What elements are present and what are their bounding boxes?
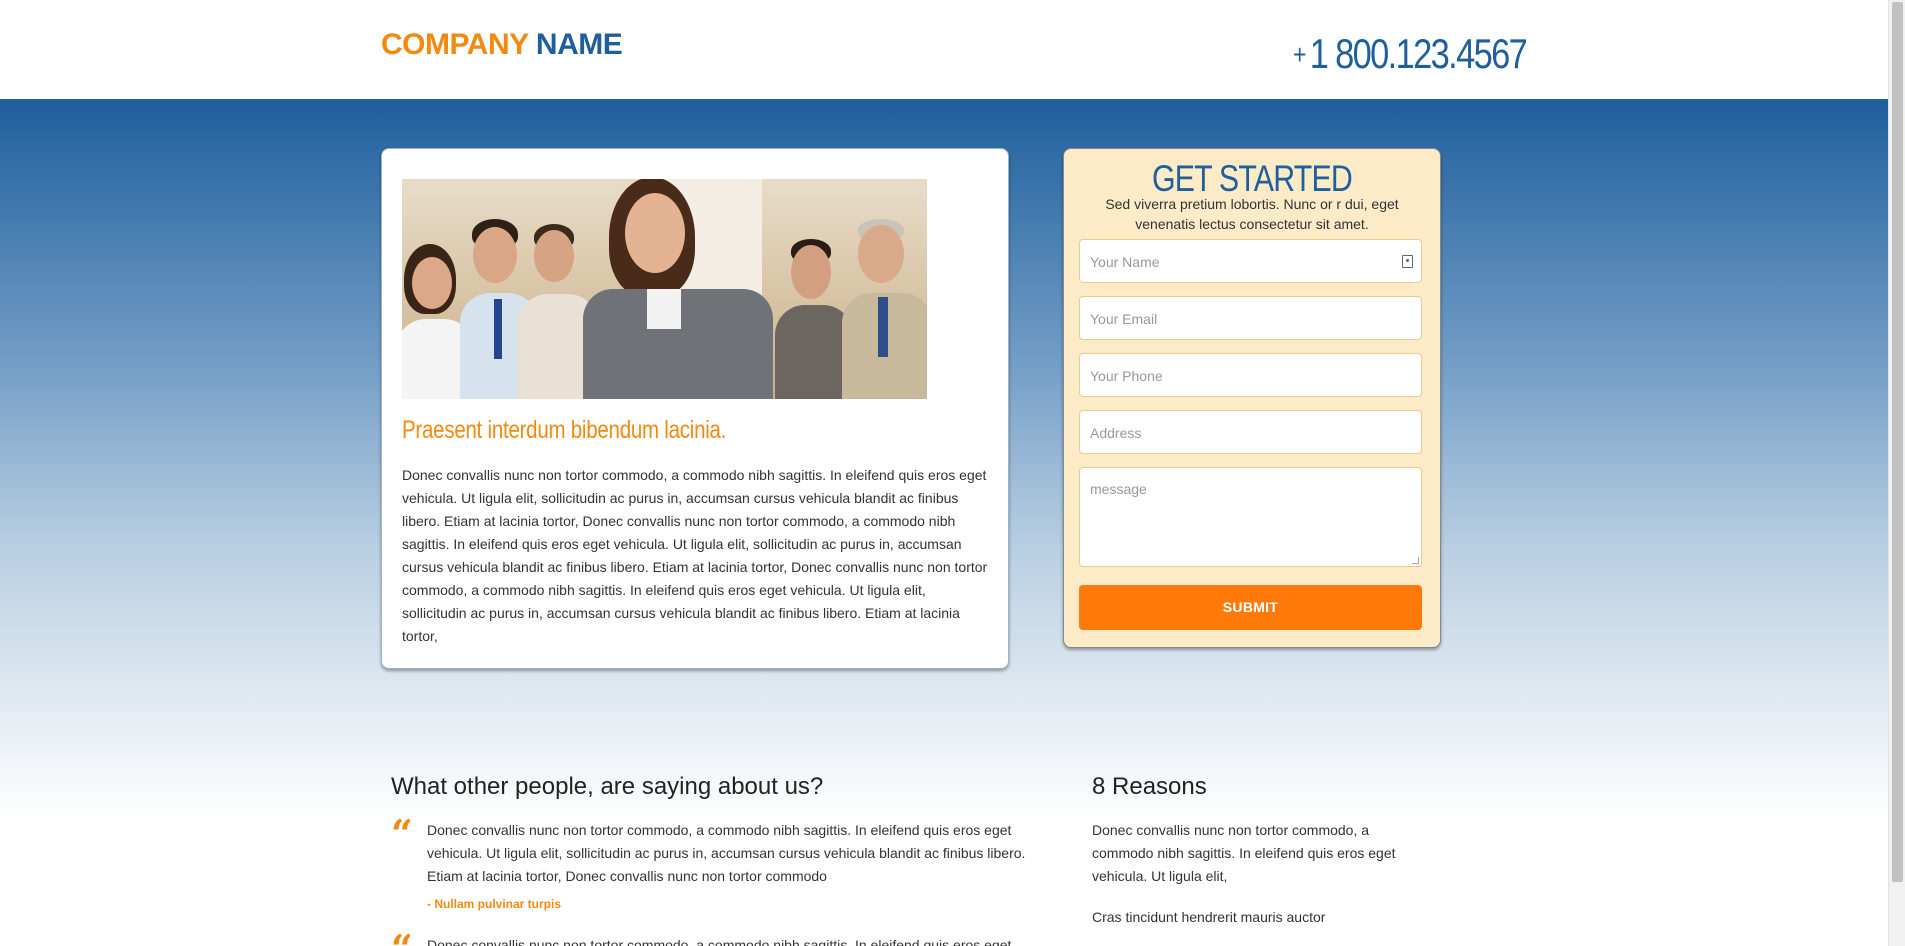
testimonial-text: Donec convallis nunc non tortor commodo,… xyxy=(427,937,1012,946)
address-placeholder: Address xyxy=(1090,425,1142,441)
testimonial-author: - Nullam pulvinar turpis xyxy=(427,897,562,911)
reasons-item: Cras tincidunt hendrerit mauris auctor xyxy=(1092,909,1326,925)
reasons-body: Donec convallis nunc non tortor commodo,… xyxy=(1092,822,1396,884)
phone-field[interactable]: Your Phone xyxy=(1079,353,1422,397)
submit-button[interactable]: SUBMIT xyxy=(1079,585,1422,630)
logo-company: COMPANY xyxy=(381,28,529,61)
phone-plus: + xyxy=(1293,39,1306,70)
vertical-scrollbar[interactable] xyxy=(1888,0,1905,946)
logo-name: NAME xyxy=(535,28,623,61)
testimonial-item: “ Donec convallis nunc non tortor commod… xyxy=(391,930,1031,946)
email-placeholder: Your Email xyxy=(1090,311,1158,327)
contact-card-icon xyxy=(1402,255,1413,268)
get-started-form: GET STARTED Sed viverra pretium lobortis… xyxy=(1063,148,1441,648)
intro-heading: Praesent interdum bibendum lacinia. xyxy=(402,416,727,444)
scrollbar-thumb[interactable] xyxy=(1892,2,1903,882)
resize-handle-icon[interactable] xyxy=(1412,557,1419,564)
form-subtitle: Sed viverra pretium lobortis. Nunc or r … xyxy=(1105,196,1399,232)
company-logo[interactable]: COMPANY NAME xyxy=(381,28,623,62)
message-placeholder: message xyxy=(1090,481,1147,497)
email-field[interactable]: Your Email xyxy=(1079,296,1422,340)
testimonials-title: What other people, are saying about us? xyxy=(391,773,824,800)
site-header: COMPANY NAME +1 800.123.4567 xyxy=(0,0,1888,99)
name-field[interactable]: Your Name xyxy=(1079,239,1422,283)
quote-icon: “ xyxy=(391,811,413,856)
intro-card: Praesent interdum bibendum lacinia. Done… xyxy=(381,148,1009,669)
testimonial-item: “ Donec convallis nunc non tortor commod… xyxy=(391,815,1031,912)
message-textarea[interactable]: message xyxy=(1079,467,1422,567)
quote-icon: “ xyxy=(391,930,413,946)
phone-placeholder: Your Phone xyxy=(1090,368,1163,384)
phone-number[interactable]: +1 800.123.4567 xyxy=(1293,30,1528,78)
intro-body: Donec convallis nunc non tortor commodo,… xyxy=(402,467,988,644)
name-placeholder: Your Name xyxy=(1090,254,1160,270)
testimonial-text: Donec convallis nunc non tortor commodo,… xyxy=(427,822,1026,884)
reasons-title: 8 Reasons xyxy=(1092,773,1207,800)
team-photo xyxy=(402,179,927,399)
address-field[interactable]: Address xyxy=(1079,410,1422,454)
phone-digits: 1 800.123.4567 xyxy=(1309,30,1528,77)
